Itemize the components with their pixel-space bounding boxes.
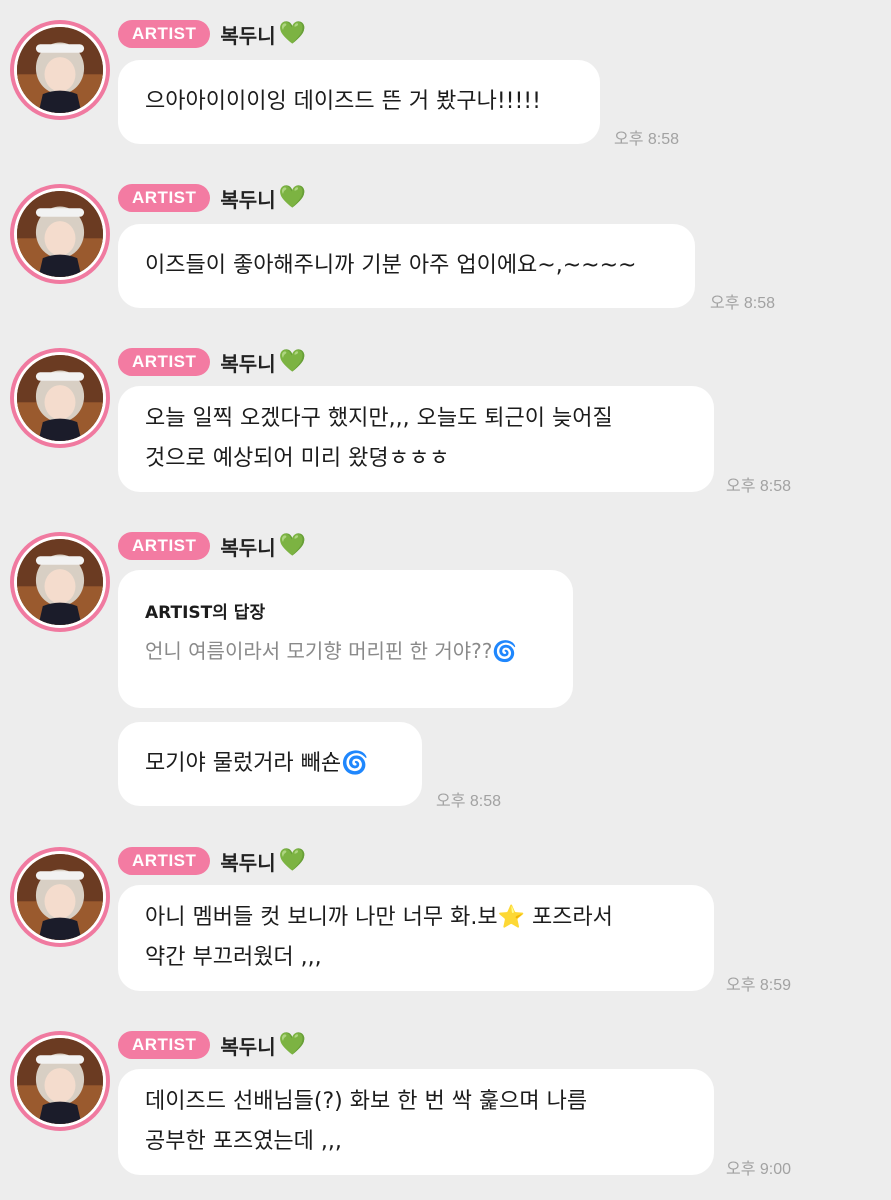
message-text-line: 약간 부끄러웠더 ,,, (145, 945, 322, 970)
avatar[interactable] (10, 184, 110, 284)
green-heart-icon: 💚 (278, 185, 306, 210)
message-time: 오후 9:00 (726, 1161, 792, 1178)
message-time: 오후 8:58 (710, 295, 776, 312)
green-heart-icon: 💚 (278, 1032, 306, 1057)
green-heart-icon: 💚 (278, 349, 306, 374)
green-heart-icon: 💚 (278, 21, 306, 46)
message-text: 으아아이이이잉 데이즈드 뜬 거 봤구나!!!!! (145, 89, 541, 114)
reply-quote: 언니 여름이라서 모기향 머리핀 한 거야??🌀 (145, 639, 518, 663)
message-bubble[interactable]: 모기야 물렀거라 빼숀🌀 (118, 722, 422, 806)
message-bubble[interactable]: 아니 멤버들 컷 보니까 나만 너무 화.보⭐ 포즈라서 약간 부끄러웠더 ,,… (118, 885, 714, 991)
message-time: 오후 8:58 (614, 131, 680, 148)
sender-name: 복두니 (220, 187, 276, 212)
message-text-line: 데이즈드 선배님들(?) 화보 한 번 싹 훑으며 나름 (145, 1089, 588, 1114)
sender-name: 복두니 (220, 850, 276, 875)
artist-badge: ARTIST (118, 847, 211, 875)
artist-badge: ARTIST (118, 20, 211, 48)
artist-badge: ARTIST (118, 184, 211, 212)
artist-badge: ARTIST (118, 348, 211, 376)
sender-row: ARTIST 복두니 💚 (118, 847, 306, 875)
message-bubble[interactable]: 으아아이이이잉 데이즈드 뜬 거 봤구나!!!!! (118, 60, 600, 144)
avatar[interactable] (10, 348, 110, 448)
sender-name: 복두니 (220, 23, 276, 48)
reply-title: ARTIST의 답장 (145, 603, 266, 623)
message-time: 오후 8:59 (726, 977, 792, 994)
sender-row: ARTIST 복두니 💚 (118, 348, 306, 376)
message-bubble[interactable]: 이즈들이 좋아해주니까 기분 아주 업이에요~,~~~~ (118, 224, 695, 308)
message-bubble[interactable]: 오늘 일찍 오겠다구 했지만,,, 오늘도 퇴근이 늦어질 것으로 예상되어 미… (118, 386, 714, 492)
message-text-line: 것으로 예상되어 미리 왔뎡ㅎㅎㅎ (145, 446, 450, 471)
reply-quote-bubble[interactable]: ARTIST의 답장 언니 여름이라서 모기향 머리핀 한 거야??🌀 (118, 570, 573, 708)
message-text-line: 공부한 포즈였는데 ,,, (145, 1129, 342, 1154)
sender-row: ARTIST 복두니 💚 (118, 20, 306, 48)
artist-badge: ARTIST (118, 1031, 211, 1059)
avatar[interactable] (10, 847, 110, 947)
avatar[interactable] (10, 1031, 110, 1131)
message-text: 모기야 물렀거라 빼숀🌀 (145, 751, 369, 776)
avatar[interactable] (10, 532, 110, 632)
message-time: 오후 8:58 (436, 793, 502, 810)
message-time: 오후 8:58 (726, 478, 792, 495)
message-bubble[interactable]: 데이즈드 선배님들(?) 화보 한 번 싹 훑으며 나름 공부한 포즈였는데 ,… (118, 1069, 714, 1175)
sender-row: ARTIST 복두니 💚 (118, 184, 306, 212)
message-text-line: 오늘 일찍 오겠다구 했지만,,, 오늘도 퇴근이 늦어질 (145, 406, 613, 431)
green-heart-icon: 💚 (278, 848, 306, 873)
artist-badge: ARTIST (118, 532, 211, 560)
sender-name: 복두니 (220, 1034, 276, 1059)
sender-row: ARTIST 복두니 💚 (118, 1031, 306, 1059)
green-heart-icon: 💚 (278, 533, 306, 558)
sender-name: 복두니 (220, 351, 276, 376)
avatar[interactable] (10, 20, 110, 120)
sender-name: 복두니 (220, 535, 276, 560)
message-text-line: 아니 멤버들 컷 보니까 나만 너무 화.보⭐ 포즈라서 (145, 905, 613, 930)
sender-row: ARTIST 복두니 💚 (118, 532, 306, 560)
message-text: 이즈들이 좋아해주니까 기분 아주 업이에요~,~~~~ (145, 253, 637, 278)
